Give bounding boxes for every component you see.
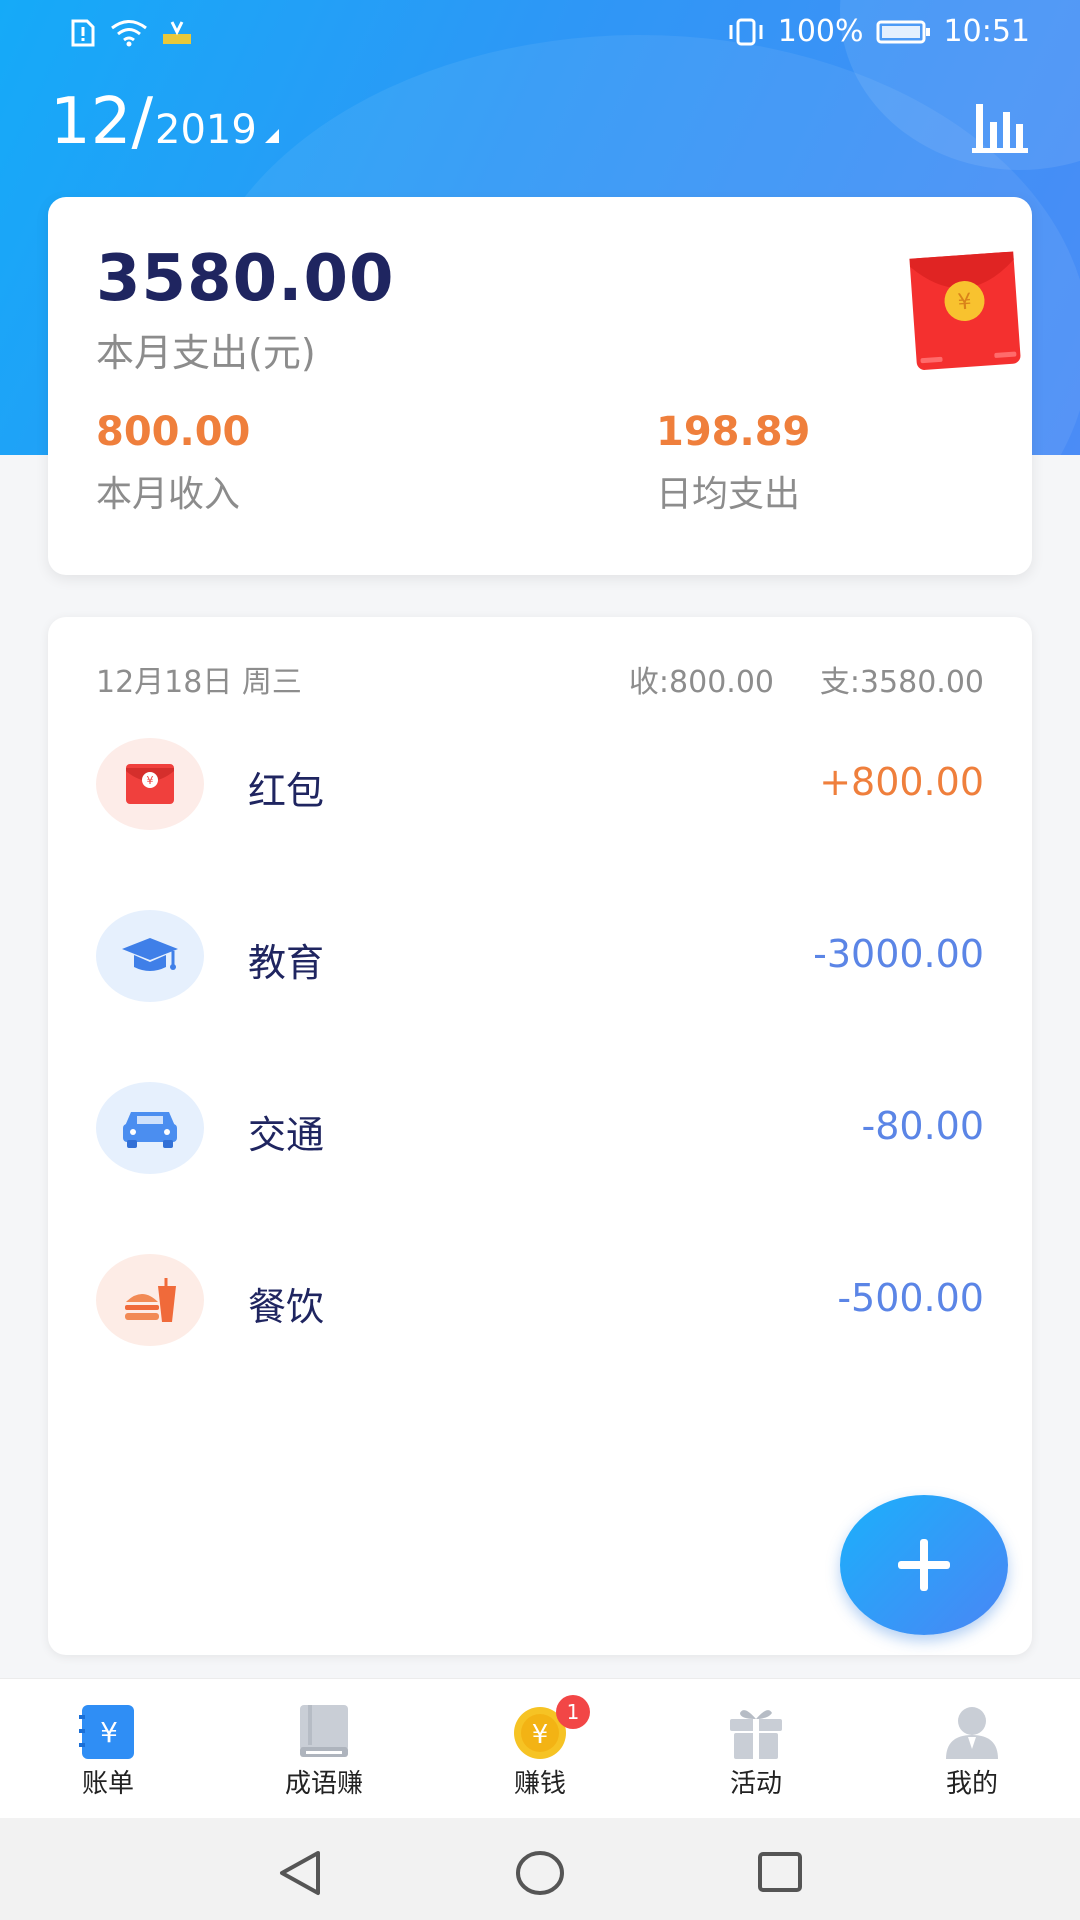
red-envelope-reward-button[interactable]: ¥	[905, 243, 1025, 373]
svg-text:¥: ¥	[147, 774, 154, 787]
tab-label: 赚钱	[513, 1769, 566, 1799]
burger-drink-icon	[96, 1254, 204, 1346]
transaction-row-dining[interactable]: 餐饮 -500.00	[96, 1254, 984, 1346]
book-icon	[294, 1703, 354, 1761]
red-envelope-icon: ¥	[909, 251, 1021, 370]
svg-text:¥: ¥	[957, 290, 973, 316]
back-triangle-icon	[280, 1851, 320, 1895]
battery-icon	[876, 19, 932, 45]
year-label: 2019	[155, 107, 257, 153]
transaction-category: 红包	[248, 769, 325, 813]
app-notification-icon	[162, 20, 192, 46]
home-circle-icon	[516, 1851, 564, 1895]
plus-icon	[898, 1539, 950, 1591]
bar-chart-icon	[972, 104, 1028, 153]
home-button[interactable]	[510, 1848, 570, 1898]
month-label: 12/	[50, 85, 153, 159]
transaction-amount: -500.00	[837, 1276, 984, 1320]
transaction-row-education[interactable]: 教育 -3000.00	[96, 910, 984, 1002]
daily-average-label: 日均支出	[656, 474, 801, 515]
tab-label: 活动	[729, 1769, 782, 1799]
sim-alert-icon	[70, 18, 96, 48]
clock: 10:51	[943, 14, 1030, 49]
day-header: 12月18日 周三 收:800.00 支:3580.00	[96, 657, 984, 700]
daily-average-amount: 198.89	[656, 409, 811, 455]
monthly-expense-amount: 3580.00	[96, 242, 395, 316]
dropdown-caret-icon	[264, 129, 279, 143]
notification-badge: 1	[556, 1695, 590, 1729]
bottom-tab-bar: ¥ 账单 成语赚 ¥ 1 赚钱 活动 我的	[0, 1678, 1080, 1819]
day-date: 12月18日 周三	[96, 665, 302, 700]
tab-label: 我的	[945, 1769, 998, 1799]
monthly-expense-label: 本月支出(元)	[96, 331, 316, 375]
gift-icon	[726, 1703, 786, 1761]
svg-text:¥: ¥	[100, 1716, 118, 1749]
tab-activity[interactable]: 活动	[648, 1679, 864, 1819]
graduation-cap-icon	[96, 910, 204, 1002]
transaction-category: 交通	[248, 1113, 325, 1157]
transaction-amount: -80.00	[861, 1104, 985, 1148]
battery-percent: 100%	[777, 14, 864, 49]
transaction-amount: +800.00	[819, 760, 984, 804]
tab-label: 成语赚	[284, 1769, 363, 1799]
monthly-income-amount: 800.00	[96, 409, 251, 455]
transaction-row-transport[interactable]: 交通 -80.00	[96, 1082, 984, 1174]
monthly-income-label: 本月收入	[96, 474, 241, 515]
tab-mine[interactable]: 我的	[864, 1679, 1080, 1819]
recent-apps-button[interactable]	[750, 1848, 810, 1898]
transaction-row-red-envelope[interactable]: ¥ 红包 +800.00	[96, 738, 984, 830]
day-expense-total: 支:3580.00	[819, 665, 984, 700]
vibrate-icon	[726, 17, 766, 47]
svg-text:¥: ¥	[532, 1720, 549, 1750]
transaction-amount: -3000.00	[813, 932, 984, 976]
day-income-total: 收:800.00	[628, 665, 774, 700]
system-navigation-bar	[0, 1818, 1080, 1920]
tab-bill[interactable]: ¥ 账单	[0, 1679, 216, 1819]
month-year-selector[interactable]: 12/ 2019	[50, 85, 279, 159]
wifi-icon	[110, 19, 148, 47]
transaction-category: 餐饮	[248, 1285, 325, 1329]
monthly-summary-card: 3580.00 本月支出(元) 800.00 本月收入 198.89 日均支出 …	[48, 197, 1032, 575]
daily-transactions-card: 12月18日 周三 收:800.00 支:3580.00 ¥ 红包 +800.0…	[48, 617, 1032, 1655]
user-icon	[942, 1703, 1002, 1761]
add-transaction-button[interactable]	[840, 1495, 1008, 1635]
back-button[interactable]	[270, 1848, 330, 1898]
tab-idiom-earn[interactable]: 成语赚	[216, 1679, 432, 1819]
red-envelope-icon: ¥	[96, 738, 204, 830]
transaction-category: 教育	[248, 941, 325, 985]
tab-label: 账单	[81, 1769, 134, 1799]
recent-square-icon	[758, 1852, 802, 1892]
tab-earn-money[interactable]: ¥ 1 赚钱	[432, 1679, 648, 1819]
status-bar: 100% 10:51	[0, 0, 1080, 70]
car-icon	[96, 1082, 204, 1174]
statistics-button[interactable]	[970, 100, 1030, 155]
bill-icon: ¥	[78, 1703, 138, 1761]
